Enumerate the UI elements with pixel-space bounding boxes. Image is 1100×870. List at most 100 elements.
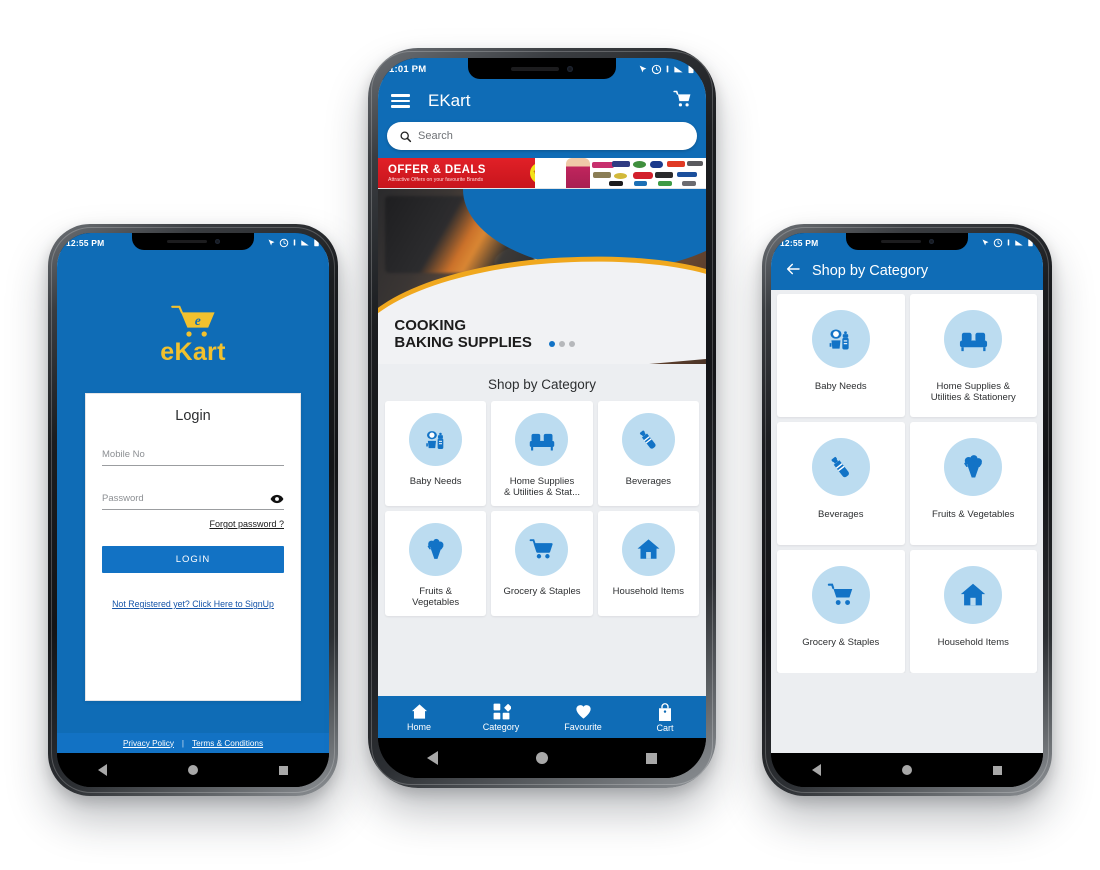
category-card-home-supplies[interactable]: Home Supplies & Utilities & Stationery	[909, 294, 1037, 417]
brand-logo	[658, 180, 673, 186]
sofa-icon	[944, 310, 1003, 368]
category-card-beverages[interactable]: Beverages	[777, 422, 905, 545]
category-card-grocery-staples[interactable]: Grocery & Staples	[491, 511, 593, 616]
category-empty-space	[771, 673, 1043, 753]
hero-caption: COOKING BAKING SUPPLIES	[394, 317, 532, 352]
shopping-cart-icon	[515, 523, 569, 576]
hero-line-2: BAKING SUPPLIES	[394, 333, 532, 351]
sync-icon	[993, 238, 1003, 247]
category-label: Fruits & Vegetables	[932, 509, 1015, 520]
carousel-dot[interactable]	[558, 340, 565, 347]
terms-conditions-link[interactable]: Terms & Conditions	[192, 739, 263, 748]
earpiece-speaker	[511, 66, 559, 71]
category-card-household-items[interactable]: Household Items	[597, 511, 699, 616]
forgot-password-link[interactable]: Forgot password ?	[102, 519, 284, 529]
category-card-home-supplies[interactable]: Home Supplies & Utilities & Stat...	[491, 401, 593, 506]
category-card-baby-needs[interactable]: Baby Needs	[777, 294, 905, 417]
search-placeholder: Search	[418, 130, 453, 142]
category-card-beverages[interactable]: Beverages	[597, 401, 699, 506]
brand-logo	[687, 161, 704, 167]
bottle-icon	[811, 438, 870, 496]
back-icon[interactable]	[427, 751, 438, 765]
brand-logo	[612, 161, 631, 168]
recents-icon[interactable]	[646, 752, 657, 764]
broccoli-icon	[409, 523, 463, 576]
home-icon[interactable]	[901, 765, 912, 775]
offer-title: OFFER & DEALS	[388, 163, 486, 176]
home-phone-screen-bezel: 1:01 PM EKart Search OFFER & DEALS Attra…	[378, 58, 706, 778]
signup-link[interactable]: Not Registered yet? Click Here to SignUp	[102, 599, 284, 611]
signal-icon	[1015, 240, 1023, 246]
cart-icon[interactable]	[672, 89, 693, 114]
tab-category[interactable]: Category	[460, 702, 542, 732]
sync-icon	[651, 64, 662, 74]
category-label: Home Supplies & Utilities & Stat...	[503, 476, 580, 499]
arrow-left-icon[interactable]	[784, 261, 802, 282]
privacy-policy-link[interactable]: Privacy Policy	[123, 739, 174, 748]
status-clock: 12:55 PM	[780, 237, 819, 248]
recents-icon[interactable]	[993, 765, 1003, 775]
recents-icon[interactable]	[279, 765, 289, 775]
brand-logo	[593, 172, 612, 179]
category-label: Beverages	[625, 476, 672, 487]
hero-line-1: COOKING	[394, 317, 467, 335]
category-appbar: Shop by Category	[771, 252, 1043, 290]
vibrate-icon	[1007, 239, 1010, 246]
mobile-field[interactable]: Mobile No	[102, 444, 284, 466]
hero-banner[interactable]: COOKING BAKING SUPPLIES	[378, 189, 706, 364]
login-android-navbar	[57, 753, 329, 787]
category-phone-notch	[846, 233, 968, 250]
vibrate-icon	[293, 239, 296, 246]
login-brand-hero: e eKart	[57, 252, 329, 415]
shop-by-category-title: Shop by Category	[487, 377, 597, 392]
back-icon[interactable]	[97, 764, 107, 776]
brand-logo	[634, 180, 648, 186]
offer-deals-banner[interactable]: OFFER & DEALS Attractive Offers on your …	[378, 158, 706, 189]
category-phone-screen-bezel: 12:55 PM Shop by Category Baby Needs Hom…	[771, 233, 1043, 787]
category-label: Fruits & Vegetables	[412, 586, 460, 609]
search-input[interactable]: Search	[387, 122, 697, 150]
hamburger-icon[interactable]	[391, 94, 410, 108]
mobile-placeholder: Mobile No	[102, 449, 145, 460]
login-body: Login Mobile No Password Forgot password…	[57, 393, 329, 753]
tab-label: Favourite	[564, 722, 602, 732]
tab-cart[interactable]: Cart	[624, 702, 706, 733]
signal-icon	[674, 66, 683, 73]
password-placeholder: Password	[102, 493, 144, 504]
category-card-fruits-vegetables[interactable]: Fruits & Vegetables	[909, 422, 1037, 545]
back-icon[interactable]	[811, 764, 821, 776]
home-screen: EKart Search OFFER & DEALS Attractive Of…	[378, 80, 706, 738]
tab-home[interactable]: Home	[378, 702, 460, 732]
login-phone-device: 12:55 PM e eKart Login Mobile No Passwor…	[48, 224, 338, 796]
offer-banner-text: OFFER & DEALS Attractive Offers on your …	[378, 158, 555, 188]
screenshot-canvas: 12:55 PM e eKart Login Mobile No Passwor…	[0, 0, 1100, 870]
password-field[interactable]: Password	[102, 488, 284, 510]
status-icons	[638, 64, 695, 75]
home-phone-notch	[468, 58, 616, 79]
carousel-dot[interactable]	[568, 340, 575, 347]
carousel-dot[interactable]	[548, 340, 555, 347]
search-icon	[400, 130, 412, 142]
front-camera	[567, 65, 573, 72]
status-clock: 12:55 PM	[66, 237, 105, 248]
category-card-household-items[interactable]: Household Items	[909, 550, 1037, 673]
login-button[interactable]: LOGIN	[102, 546, 284, 573]
sync-icon	[279, 238, 289, 247]
tab-favourite[interactable]: Favourite	[542, 702, 624, 732]
category-card-grocery-staples[interactable]: Grocery & Staples	[777, 550, 905, 673]
category-label: Baby Needs	[409, 476, 462, 487]
earpiece-speaker	[166, 240, 207, 243]
category-card-baby-needs[interactable]: Baby Needs	[385, 401, 487, 506]
category-card-fruits-vegetables[interactable]: Fruits & Vegetables	[385, 511, 487, 616]
login-screen: e eKart Login Mobile No Password Forgot …	[57, 252, 329, 753]
hero-carousel-dots[interactable]	[548, 340, 575, 347]
eye-icon[interactable]	[270, 492, 284, 506]
brand-logo	[649, 161, 663, 168]
login-phone-screen-bezel: 12:55 PM e eKart Login Mobile No Passwor…	[57, 233, 329, 787]
front-camera	[214, 239, 220, 244]
location-icon	[982, 239, 989, 246]
battery-icon	[314, 238, 319, 247]
home-icon[interactable]	[536, 752, 548, 764]
home-icon[interactable]	[187, 765, 198, 775]
home-android-navbar	[378, 738, 706, 778]
